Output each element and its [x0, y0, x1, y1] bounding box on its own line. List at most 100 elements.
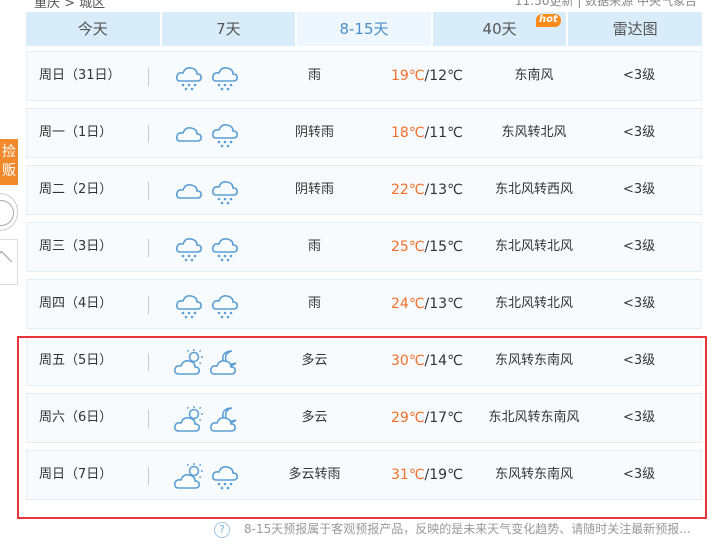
tab-8-15-days[interactable]: 8-15天 — [297, 12, 431, 46]
partly-cloudy-day-icon — [174, 405, 204, 433]
forecast-day: 周四（4日） — [39, 296, 113, 311]
tab-7-days[interactable]: 7天 — [161, 12, 296, 46]
forecast-condition: 多云 — [301, 353, 328, 368]
forecast-condition: 阴转雨 — [294, 125, 334, 140]
forecast-wind-level: <3级 — [623, 68, 656, 83]
forecast-row: 周四（4日） 雨 24℃/13℃ 东北风转北风 <3级 — [26, 279, 702, 329]
divider — [148, 296, 149, 314]
footer-note-text: 8-15天预报属于客观预报产品，反映的是未来天气变化趋势、请随时关注最新预报..… — [244, 522, 691, 536]
forecast-wind-level: <3级 — [623, 296, 656, 311]
forecast-wind: 东北风转北风 — [494, 239, 573, 254]
forecast-temperature: 24℃/13℃ — [391, 280, 463, 328]
forecast-wind-level: <3级 — [623, 467, 656, 482]
forecast-wind-level: <3级 — [623, 182, 656, 197]
side-toolbar: 捡 贩 — [0, 139, 18, 285]
forecast-list: 周日（31日） 雨 19℃/12℃ 东南风 <3级 周一（1日） 阴转雨 18℃… — [26, 51, 702, 507]
tab-radar[interactable]: 雷达图 — [568, 12, 702, 46]
high-temp: 25℃ — [391, 239, 425, 255]
low-temp: 13℃ — [429, 296, 463, 312]
weather-icons — [174, 120, 240, 148]
forecast-wind-level: <3级 — [623, 239, 656, 254]
forecast-temperature: 29℃/17℃ — [391, 394, 463, 442]
help-icon[interactable]: ? — [214, 521, 230, 538]
forecast-day: 周二（2日） — [39, 182, 113, 197]
forecast-day: 周日（7日） — [39, 467, 113, 482]
forecast-condition: 多云 — [301, 410, 328, 425]
low-temp: 19℃ — [429, 467, 463, 483]
weather-icons — [174, 177, 240, 205]
low-temp: 13℃ — [429, 182, 463, 198]
partly-cloudy-night-icon — [210, 348, 240, 376]
divider — [148, 68, 149, 86]
forecast-wind: 东风转东南风 — [494, 353, 573, 368]
cloudy-icon — [174, 177, 204, 205]
forecast-row: 周一（1日） 阴转雨 18℃/11℃ 东风转北风 <3级 — [26, 108, 702, 158]
forecast-wind: 东南风 — [514, 68, 554, 83]
forecast-temperature: 22℃/13℃ — [391, 166, 463, 214]
partly-cloudy-day-icon — [174, 462, 204, 490]
forecast-temperature: 25℃/15℃ — [391, 223, 463, 271]
rain-icon — [210, 63, 240, 91]
divider — [148, 182, 149, 200]
footer-note: ? 8-15天预报属于客观预报产品，反映的是未来天气变化趋势、请随时关注最新预报.… — [214, 520, 691, 538]
rain-icon — [210, 291, 240, 319]
divider — [148, 239, 149, 257]
rain-icon — [174, 234, 204, 262]
forecast-day: 周日（31日） — [39, 68, 121, 83]
back-to-top-icon[interactable] — [0, 239, 18, 285]
forecast-wind: 东风转东南风 — [494, 467, 573, 482]
update-info: 11:50更新 | 数据来源 中央气象台 — [514, 0, 697, 8]
forecast-row: 周日（7日） 多云转雨 31℃/19℃ 东风转东南风 <3级 — [26, 450, 702, 500]
rain-icon — [210, 234, 240, 262]
breadcrumb[interactable]: 重庆 > 城区 — [34, 0, 105, 10]
forecast-wind: 东北风转西风 — [494, 182, 573, 197]
hot-badge: hot — [536, 14, 561, 27]
forecast-condition: 雨 — [307, 239, 321, 254]
side-feedback-button[interactable]: 捡 贩 — [0, 139, 18, 185]
rain-icon — [174, 291, 204, 319]
forecast-temperature: 19℃/12℃ — [391, 52, 463, 100]
divider — [148, 467, 149, 485]
high-temp: 31℃ — [391, 467, 425, 483]
partly-cloudy-night-icon — [210, 405, 240, 433]
weather-icons — [174, 462, 240, 490]
rain-icon — [210, 177, 240, 205]
forecast-wind: 东风转北风 — [501, 125, 567, 140]
rain-icon — [210, 462, 240, 490]
forecast-day: 周五（5日） — [39, 353, 113, 368]
high-temp: 29℃ — [391, 410, 425, 426]
forecast-row: 周五（5日） 多云 30℃/14℃ 东风转东南风 <3级 — [26, 336, 702, 386]
divider — [148, 125, 149, 143]
divider — [148, 353, 149, 371]
forecast-wind: 东北风转北风 — [494, 296, 573, 311]
forecast-day: 周三（3日） — [39, 239, 113, 254]
forecast-condition: 雨 — [307, 296, 321, 311]
forecast-day: 周一（1日） — [39, 125, 113, 140]
low-temp: 11℃ — [429, 125, 463, 141]
partly-cloudy-day-icon — [174, 348, 204, 376]
high-temp: 19℃ — [391, 68, 425, 84]
forecast-wind-level: <3级 — [623, 353, 656, 368]
weather-icons — [174, 63, 240, 91]
forecast-row: 周日（31日） 雨 19℃/12℃ 东南风 <3级 — [26, 51, 702, 101]
weather-icons — [174, 234, 240, 262]
high-temp: 22℃ — [391, 182, 425, 198]
divider — [148, 410, 149, 428]
forecast-tabs: 今天 7天 8-15天 40天 雷达图 — [26, 12, 702, 46]
weather-icons — [174, 291, 240, 319]
tab-today[interactable]: 今天 — [26, 12, 160, 46]
forecast-temperature: 31℃/19℃ — [391, 451, 463, 499]
high-temp: 18℃ — [391, 125, 425, 141]
forecast-wind-level: <3级 — [623, 125, 656, 140]
weather-icons — [174, 405, 240, 433]
forecast-condition: 多云转雨 — [288, 467, 341, 482]
forecast-wind: 东北风转东南风 — [488, 410, 580, 425]
forecast-condition: 阴转雨 — [294, 182, 334, 197]
rain-icon — [174, 63, 204, 91]
high-temp: 24℃ — [391, 296, 425, 312]
forecast-temperature: 18℃/11℃ — [391, 109, 463, 157]
forecast-temperature: 30℃/14℃ — [391, 337, 463, 385]
side-service-icon[interactable] — [0, 193, 18, 231]
high-temp: 30℃ — [391, 353, 425, 369]
low-temp: 12℃ — [429, 68, 463, 84]
